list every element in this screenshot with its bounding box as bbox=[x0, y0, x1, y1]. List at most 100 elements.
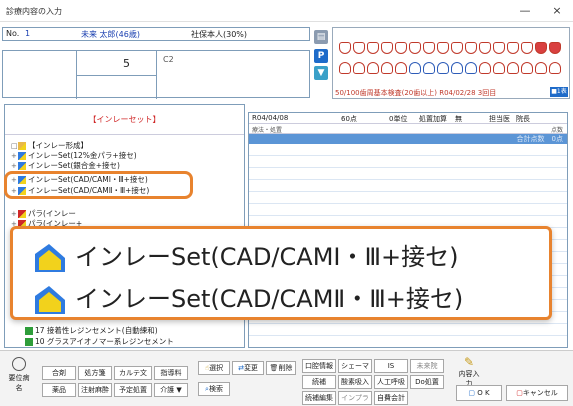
button-schema[interactable]: シェーマ bbox=[338, 359, 372, 373]
tooth-icon[interactable] bbox=[535, 42, 547, 54]
pencil-icon: ✎ bbox=[463, 355, 475, 369]
button-prescription[interactable]: 処方箋 bbox=[78, 366, 112, 380]
list-item[interactable]: 17 接着性レジンセメント(自動練和) bbox=[25, 325, 158, 336]
tooth-icon[interactable] bbox=[451, 62, 463, 74]
tooth-icon[interactable] bbox=[507, 62, 519, 74]
change-button[interactable]: ⇄変更 bbox=[232, 361, 264, 375]
expand-icon[interactable]: + bbox=[11, 210, 18, 218]
leaf-icon bbox=[35, 286, 65, 314]
button-planned-treatment[interactable]: 予定処置 bbox=[114, 383, 152, 397]
tooth-icon[interactable] bbox=[409, 42, 421, 54]
tooth-icon[interactable] bbox=[395, 42, 407, 54]
button-self-pay[interactable]: 自費会計 bbox=[374, 391, 408, 405]
tooth-icon[interactable] bbox=[395, 62, 407, 74]
teeth-chart[interactable]: 50/100歯周基本検査(20歯以上) R04/02/28 3回目 ■1表 bbox=[332, 27, 570, 99]
highlight-frame bbox=[4, 171, 193, 199]
tooth-icon[interactable] bbox=[521, 42, 533, 54]
button-oxygen[interactable]: 酸素吸入 bbox=[338, 375, 372, 389]
tooth-icon[interactable] bbox=[381, 62, 393, 74]
patient-name: 未来 太郎(46歳) bbox=[81, 30, 140, 39]
button-do-treatment[interactable]: Do処置 bbox=[410, 375, 444, 389]
tooth-icon[interactable] bbox=[535, 62, 547, 74]
tooth-icon[interactable] bbox=[465, 62, 477, 74]
treatment-date: R04/04/08 bbox=[252, 114, 289, 122]
save-icon[interactable]: ▤ bbox=[314, 30, 328, 44]
chart-nav-button[interactable]: ■1表 bbox=[550, 87, 568, 97]
tooth-icon[interactable] bbox=[381, 42, 393, 54]
expand-icon[interactable]: + bbox=[11, 162, 18, 170]
title-bar: 診療内容の入力 — × bbox=[0, 0, 573, 22]
filter-icon[interactable]: ▼ bbox=[314, 66, 328, 80]
bottom-toolbar: 要位病名 合剤 処方箋 カルテ文 指導料 薬品 注射麻酔 予定処置 介護 ▼ ☝… bbox=[0, 350, 573, 406]
ok-button[interactable]: ▢ O K bbox=[456, 385, 502, 401]
tooth-icon[interactable] bbox=[479, 62, 491, 74]
tooth-icon[interactable] bbox=[451, 42, 463, 54]
button-karte-text[interactable]: カルテ文 bbox=[114, 366, 152, 380]
tooth-icon[interactable] bbox=[493, 62, 505, 74]
button-artificial-respiration[interactable]: 人工呼吸 bbox=[374, 375, 408, 389]
button-oral-info[interactable]: 口腔情報 bbox=[302, 359, 336, 373]
tooth-icon[interactable] bbox=[437, 42, 449, 54]
input-area[interactable]: 5 C2 bbox=[2, 50, 310, 99]
list-item[interactable]: 10 グラスアイオノマー系レジンセメント bbox=[25, 336, 174, 347]
content-input-button[interactable]: ✎ 内容入力 bbox=[456, 355, 482, 389]
tooth-icon[interactable] bbox=[437, 62, 449, 74]
button-zokuho-edit[interactable]: 続補編集 bbox=[302, 391, 336, 405]
leaf-icon bbox=[18, 210, 26, 218]
doctor-label: 担当医 bbox=[489, 115, 510, 123]
tooth-icon[interactable] bbox=[409, 62, 421, 74]
treatment-units: 0単位 bbox=[389, 115, 408, 123]
tooth-icon[interactable] bbox=[465, 42, 477, 54]
button-is[interactable]: IS bbox=[374, 359, 408, 373]
leaf-icon bbox=[18, 162, 26, 170]
search-button[interactable]: ⌕検索 bbox=[198, 382, 230, 396]
doctor-value[interactable]: 院長 bbox=[516, 114, 530, 124]
tooth-icon[interactable] bbox=[353, 42, 365, 54]
tree-item[interactable]: + インレーSet(銀合金+接セ) bbox=[11, 160, 120, 171]
delete-button[interactable]: 🗑削除 bbox=[266, 361, 296, 375]
button-guidance-fee[interactable]: 指導料 bbox=[154, 366, 188, 380]
leaf-icon bbox=[18, 152, 26, 160]
tooth-icon[interactable] bbox=[423, 62, 435, 74]
tooth-icon[interactable] bbox=[549, 42, 561, 54]
tooth-icon[interactable] bbox=[493, 42, 505, 54]
panel-header: 【インレーセット】 bbox=[5, 105, 244, 135]
tooth-icon[interactable] bbox=[521, 62, 533, 74]
diagnosis-note: C2 bbox=[163, 55, 174, 64]
disease-name-button[interactable]: 要位病名 bbox=[6, 357, 32, 393]
patient-no-label: No. bbox=[6, 29, 20, 38]
count-cell[interactable] bbox=[77, 51, 157, 99]
tooth-icon[interactable] bbox=[353, 62, 365, 74]
button-gouzai[interactable]: 合剤 bbox=[42, 366, 76, 380]
expand-icon[interactable]: □ bbox=[11, 142, 18, 150]
treatment-header: R04/04/08 60点 0単位 処置加算 無 担当医 院長 bbox=[249, 113, 567, 124]
tooth-icon[interactable] bbox=[549, 62, 561, 74]
select-button[interactable]: ☝選択 bbox=[198, 361, 230, 375]
insurance-type: 社保本人(30%) bbox=[191, 30, 248, 39]
kasan-value[interactable]: 無 bbox=[455, 114, 462, 124]
tooth-icon[interactable] bbox=[507, 42, 519, 54]
tooth-icon[interactable] bbox=[339, 42, 351, 54]
tooth-icon[interactable] bbox=[479, 42, 491, 54]
tooth-icon[interactable] bbox=[367, 42, 379, 54]
close-button[interactable]: × bbox=[545, 2, 569, 20]
button-not-visited[interactable]: 未来院 bbox=[410, 359, 444, 373]
button-drug[interactable]: 薬品 bbox=[42, 383, 76, 397]
button-zokuho[interactable]: 続補 bbox=[302, 375, 336, 389]
perio-icon[interactable]: P bbox=[314, 49, 328, 63]
patient-no: 1 bbox=[25, 29, 31, 38]
tooth-cell[interactable] bbox=[3, 51, 77, 99]
patient-row: No. 1 未来 太郎(46歳) 社保本人(30%) bbox=[2, 27, 310, 41]
total-points: 合計点数 0点 bbox=[249, 134, 567, 144]
cancel-icon: ▢ bbox=[516, 389, 523, 397]
expand-icon[interactable]: + bbox=[11, 152, 18, 160]
tooth-icon[interactable] bbox=[339, 62, 351, 74]
button-implant[interactable]: インプラント bbox=[338, 391, 372, 405]
cancel-button[interactable]: ▢キャンセル bbox=[506, 385, 568, 401]
tooth-icon[interactable] bbox=[367, 62, 379, 74]
button-injection-anesthesia[interactable]: 注射麻酔 bbox=[78, 383, 112, 397]
zoom-line-1: インレーSet(CAD/CAMⅠ・Ⅲ+接セ) bbox=[35, 237, 459, 277]
button-care[interactable]: 介護 ▼ bbox=[154, 383, 188, 397]
tooth-icon[interactable] bbox=[423, 42, 435, 54]
minimize-button[interactable]: — bbox=[513, 2, 537, 20]
